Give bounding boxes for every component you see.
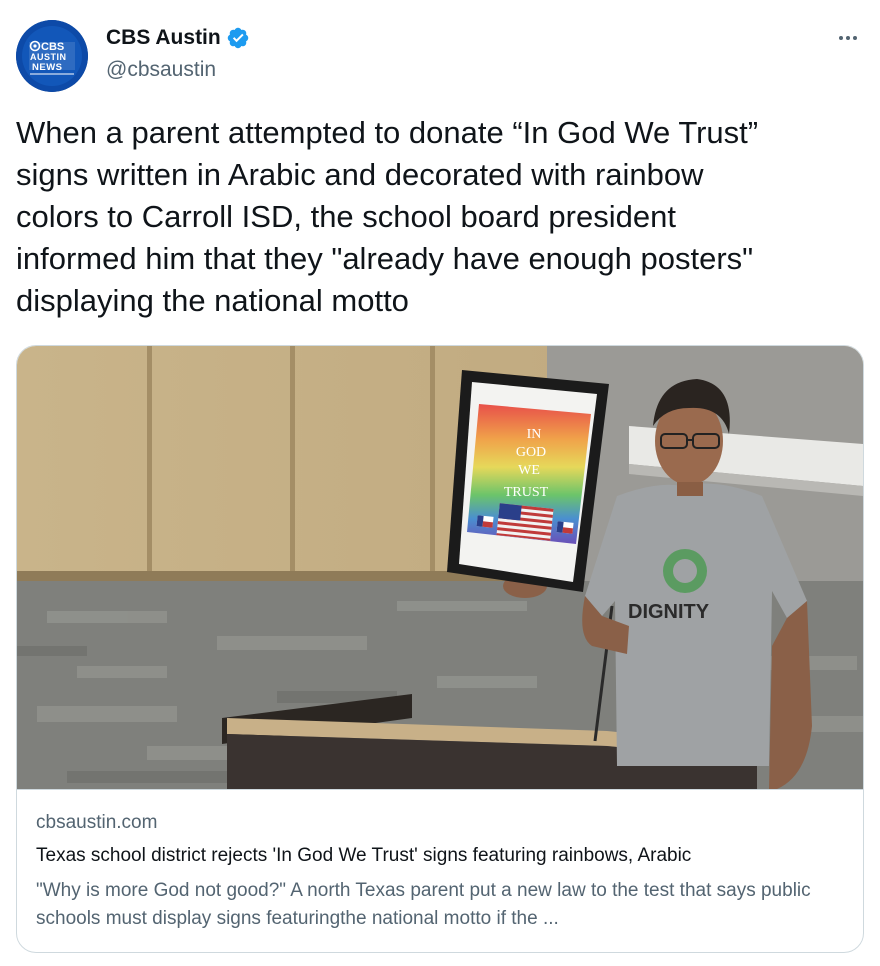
author-handle[interactable]: @cbsaustin xyxy=(106,58,216,82)
sign-line-3: WE xyxy=(518,463,540,478)
tweet: CBS AUSTIN NEWS CBS Austin @cbsaustin Wh… xyxy=(0,0,880,966)
card-description: "Why is more God not good?" A north Texa… xyxy=(36,880,811,929)
author-name-row[interactable]: CBS Austin xyxy=(106,26,250,50)
tweet-text: When a parent attempted to donate “In Go… xyxy=(16,115,759,318)
sign-line-2: GOD xyxy=(516,445,546,460)
card-domain: cbsaustin.com xyxy=(36,812,158,833)
avatar[interactable]: CBS AUSTIN NEWS xyxy=(16,20,88,92)
sign-line-1: IN xyxy=(527,427,542,442)
author-display-name[interactable]: CBS Austin xyxy=(106,26,221,50)
avatar-logo-line-2: AUSTIN xyxy=(30,52,67,62)
cbs-austin-logo: CBS AUSTIN NEWS xyxy=(16,20,88,92)
sign-line-4: TRUST xyxy=(504,485,549,500)
more-horizontal-icon xyxy=(839,36,857,40)
card-title[interactable]: Texas school district rejects 'In God We… xyxy=(36,845,691,867)
more-options-button[interactable] xyxy=(834,24,862,52)
card-image[interactable]: DIGNITY IN GOD WE TRUST xyxy=(17,346,863,789)
card-photo: DIGNITY IN GOD WE TRUST xyxy=(17,346,863,789)
link-card[interactable]: DIGNITY IN GOD WE TRUST cbsaustin.com Te… xyxy=(16,345,864,953)
verified-badge-icon xyxy=(227,27,248,49)
avatar-logo-line-3: NEWS xyxy=(32,62,63,73)
shirt-text: DIGNITY xyxy=(628,601,710,623)
card-divider xyxy=(17,789,863,790)
